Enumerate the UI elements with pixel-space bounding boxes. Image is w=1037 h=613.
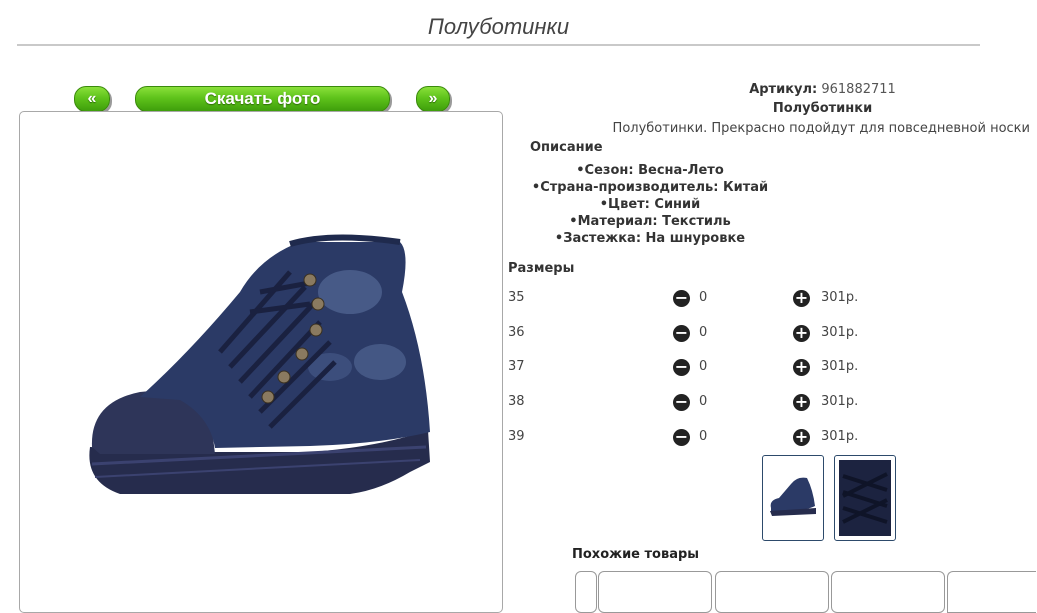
quantity-value: 0: [699, 325, 708, 340]
similar-product-card[interactable]: [575, 571, 597, 613]
minus-circle-icon[interactable]: −: [673, 394, 690, 411]
product-description: Полуботинки. Прекрасно подойдут для повс…: [612, 121, 1030, 136]
feature-item: Материал: Текстиль: [520, 213, 780, 230]
similar-product-card[interactable]: [598, 571, 712, 613]
quantity-value: 0: [699, 290, 708, 305]
product-photo-frame: [19, 111, 503, 613]
size-label: 39: [508, 429, 525, 444]
size-price: 301р.: [821, 429, 859, 444]
feature-item: Застежка: На шнуровке: [520, 230, 780, 247]
size-label: 35: [508, 290, 525, 305]
plus-circle-icon[interactable]: +: [793, 429, 810, 446]
size-price: 301р.: [821, 325, 859, 340]
size-price: 301р.: [821, 290, 859, 305]
minus-circle-icon[interactable]: −: [673, 359, 690, 376]
page-title: Полуботинки: [427, 14, 570, 39]
photo-thumbnail[interactable]: [834, 455, 896, 541]
size-label: 37: [508, 359, 525, 374]
download-photo-button[interactable]: Скачать фото: [135, 86, 390, 112]
prev-photo-button[interactable]: «: [74, 86, 110, 112]
plus-circle-icon[interactable]: +: [793, 394, 810, 411]
size-price: 301р.: [821, 359, 859, 374]
photo-thumbnail[interactable]: [762, 455, 824, 541]
feature-item: Сезон: Весна-Лето: [520, 162, 780, 179]
feature-item: Цвет: Синий: [520, 196, 780, 213]
size-label: 38: [508, 394, 525, 409]
minus-circle-icon[interactable]: −: [673, 325, 690, 342]
quantity-value: 0: [699, 429, 708, 444]
size-row: 35 − 0 + 301р.: [508, 290, 908, 310]
size-price: 301р.: [821, 394, 859, 409]
product-name: Полуботинки: [772, 101, 873, 116]
plus-circle-icon[interactable]: +: [793, 290, 810, 307]
article-value: 961882711: [821, 82, 896, 97]
article-label: Артикул:: [749, 82, 818, 97]
quantity-value: 0: [699, 359, 708, 374]
size-row: 36 − 0 + 301р.: [508, 325, 908, 345]
thumbnail-shoe-image: [770, 477, 816, 516]
similar-product-card[interactable]: [947, 571, 1036, 613]
plus-circle-icon[interactable]: +: [793, 325, 810, 342]
size-row: 38 − 0 + 301р.: [508, 394, 908, 414]
quantity-value: 0: [699, 394, 708, 409]
article-line: Артикул: 961882711: [640, 82, 1005, 97]
minus-circle-icon[interactable]: −: [673, 429, 690, 446]
sizes-title: Размеры: [508, 261, 575, 276]
next-photo-button[interactable]: »: [416, 86, 450, 112]
similar-product-card[interactable]: [831, 571, 945, 613]
thumbnail-detail-image: [839, 460, 891, 536]
product-photo: [89, 234, 430, 494]
similar-product-card[interactable]: [715, 571, 829, 613]
similar-products-title: Похожие товары: [572, 547, 700, 562]
size-row: 39 − 0 + 301р.: [508, 429, 908, 449]
description-title: Описание: [530, 140, 603, 155]
plus-circle-icon[interactable]: +: [793, 359, 810, 376]
title-divider: [17, 44, 980, 46]
size-row: 37 − 0 + 301р.: [508, 359, 908, 379]
size-label: 36: [508, 325, 525, 340]
feature-list: Сезон: Весна-Лето Страна-производитель: …: [520, 162, 780, 247]
minus-circle-icon[interactable]: −: [673, 290, 690, 307]
feature-item: Страна-производитель: Китай: [520, 179, 780, 196]
